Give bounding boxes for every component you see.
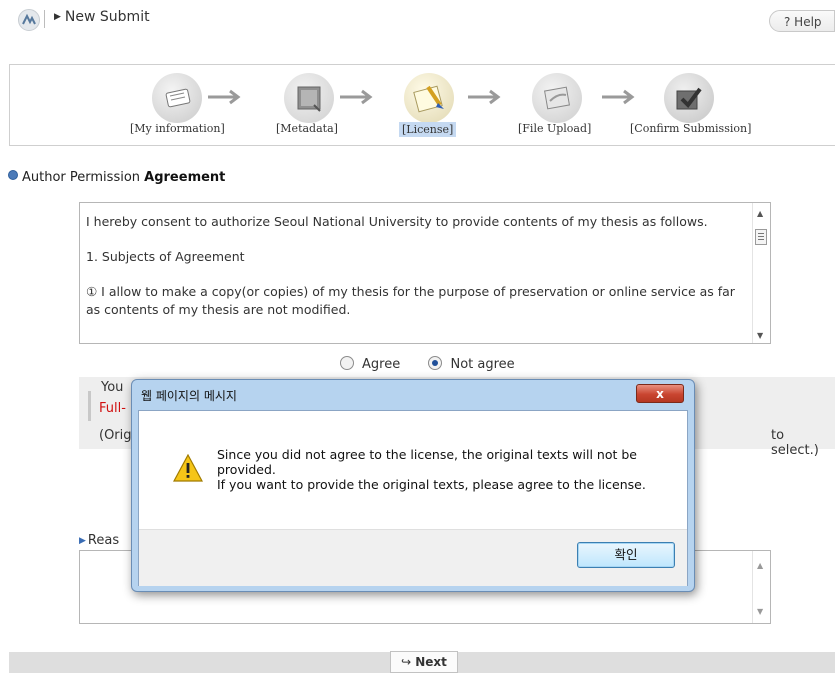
reason-scrollbar[interactable]: ▲ ▼ xyxy=(752,551,770,623)
agreement-paragraph: ① I allow to make a copy(or copies) of m… xyxy=(86,284,735,317)
notice-text: to select.) xyxy=(771,428,819,458)
dialog-message: Since you did not agree to the license, … xyxy=(217,447,646,492)
page-title: ▶ New Submit xyxy=(54,9,150,25)
help-button[interactable]: ? Help xyxy=(769,10,835,32)
agree-radio[interactable] xyxy=(340,356,354,370)
metadata-icon xyxy=(284,73,334,123)
step-arrow-icon xyxy=(208,89,241,105)
dialog-title: 웹 페이지의 메시지 xyxy=(141,389,237,403)
agreement-scrollbar[interactable]: ▲ ▼ xyxy=(752,203,770,343)
section-heading: Author Permission Agreement xyxy=(8,170,225,185)
file-upload-icon xyxy=(532,73,582,123)
profile-document-icon xyxy=(152,73,202,123)
dialog-footer: 확인 xyxy=(139,529,687,586)
step-label-my-information[interactable]: [My information] xyxy=(130,122,225,135)
close-button[interactable]: x xyxy=(636,384,684,403)
notice-red-text: Full- xyxy=(99,401,126,416)
license-pen-icon xyxy=(404,73,454,123)
notice-divider xyxy=(88,391,91,421)
dialog-body: Since you did not agree to the license, … xyxy=(138,410,688,586)
step-label-metadata[interactable]: [Metadata] xyxy=(276,122,338,135)
step-label-license[interactable]: [License] xyxy=(399,122,457,137)
agreement-radio-group: Agree Not agree xyxy=(340,356,515,372)
bullet-icon xyxy=(8,170,18,180)
notice-text: You xyxy=(101,380,124,395)
notice-text: (Orig xyxy=(99,428,132,443)
next-arrow-icon: ↪ xyxy=(401,655,412,669)
submission-steps: [My information] [Metadata] [License] [F… xyxy=(9,64,835,146)
scroll-thumb[interactable] xyxy=(755,229,767,245)
step-arrow-icon xyxy=(468,89,501,105)
step-arrow-icon xyxy=(602,89,635,105)
not-agree-radio-label[interactable]: Not agree xyxy=(450,357,514,372)
message-dialog: 웹 페이지의 메시지 x Since you did not agree to … xyxy=(131,379,695,592)
app-logo-icon xyxy=(18,9,40,31)
step-label-confirm-submission[interactable]: [Confirm Submission] xyxy=(630,122,751,135)
agreement-paragraph: 1. Subjects of Agreement xyxy=(86,249,245,264)
reason-label: ▶ Reas xyxy=(79,533,120,548)
agree-radio-label[interactable]: Agree xyxy=(362,357,400,372)
scroll-up-icon[interactable]: ▲ xyxy=(757,209,763,218)
step-arrow-icon xyxy=(340,89,373,105)
step-label-file-upload[interactable]: [File Upload] xyxy=(518,122,591,135)
confirm-check-icon xyxy=(664,73,714,123)
agreement-textarea[interactable]: I hereby consent to authorize Seoul Nati… xyxy=(79,202,771,344)
header-divider xyxy=(44,10,45,28)
next-button[interactable]: ↪ Next xyxy=(390,651,458,673)
scroll-down-icon[interactable]: ▼ xyxy=(757,607,763,616)
warning-icon xyxy=(173,454,203,482)
ok-button[interactable]: 확인 xyxy=(577,542,675,568)
not-agree-radio[interactable] xyxy=(428,356,443,370)
scroll-down-icon[interactable]: ▼ xyxy=(757,331,763,340)
scroll-up-icon[interactable]: ▲ xyxy=(757,561,763,570)
agreement-paragraph: I hereby consent to authorize Seoul Nati… xyxy=(86,214,708,229)
